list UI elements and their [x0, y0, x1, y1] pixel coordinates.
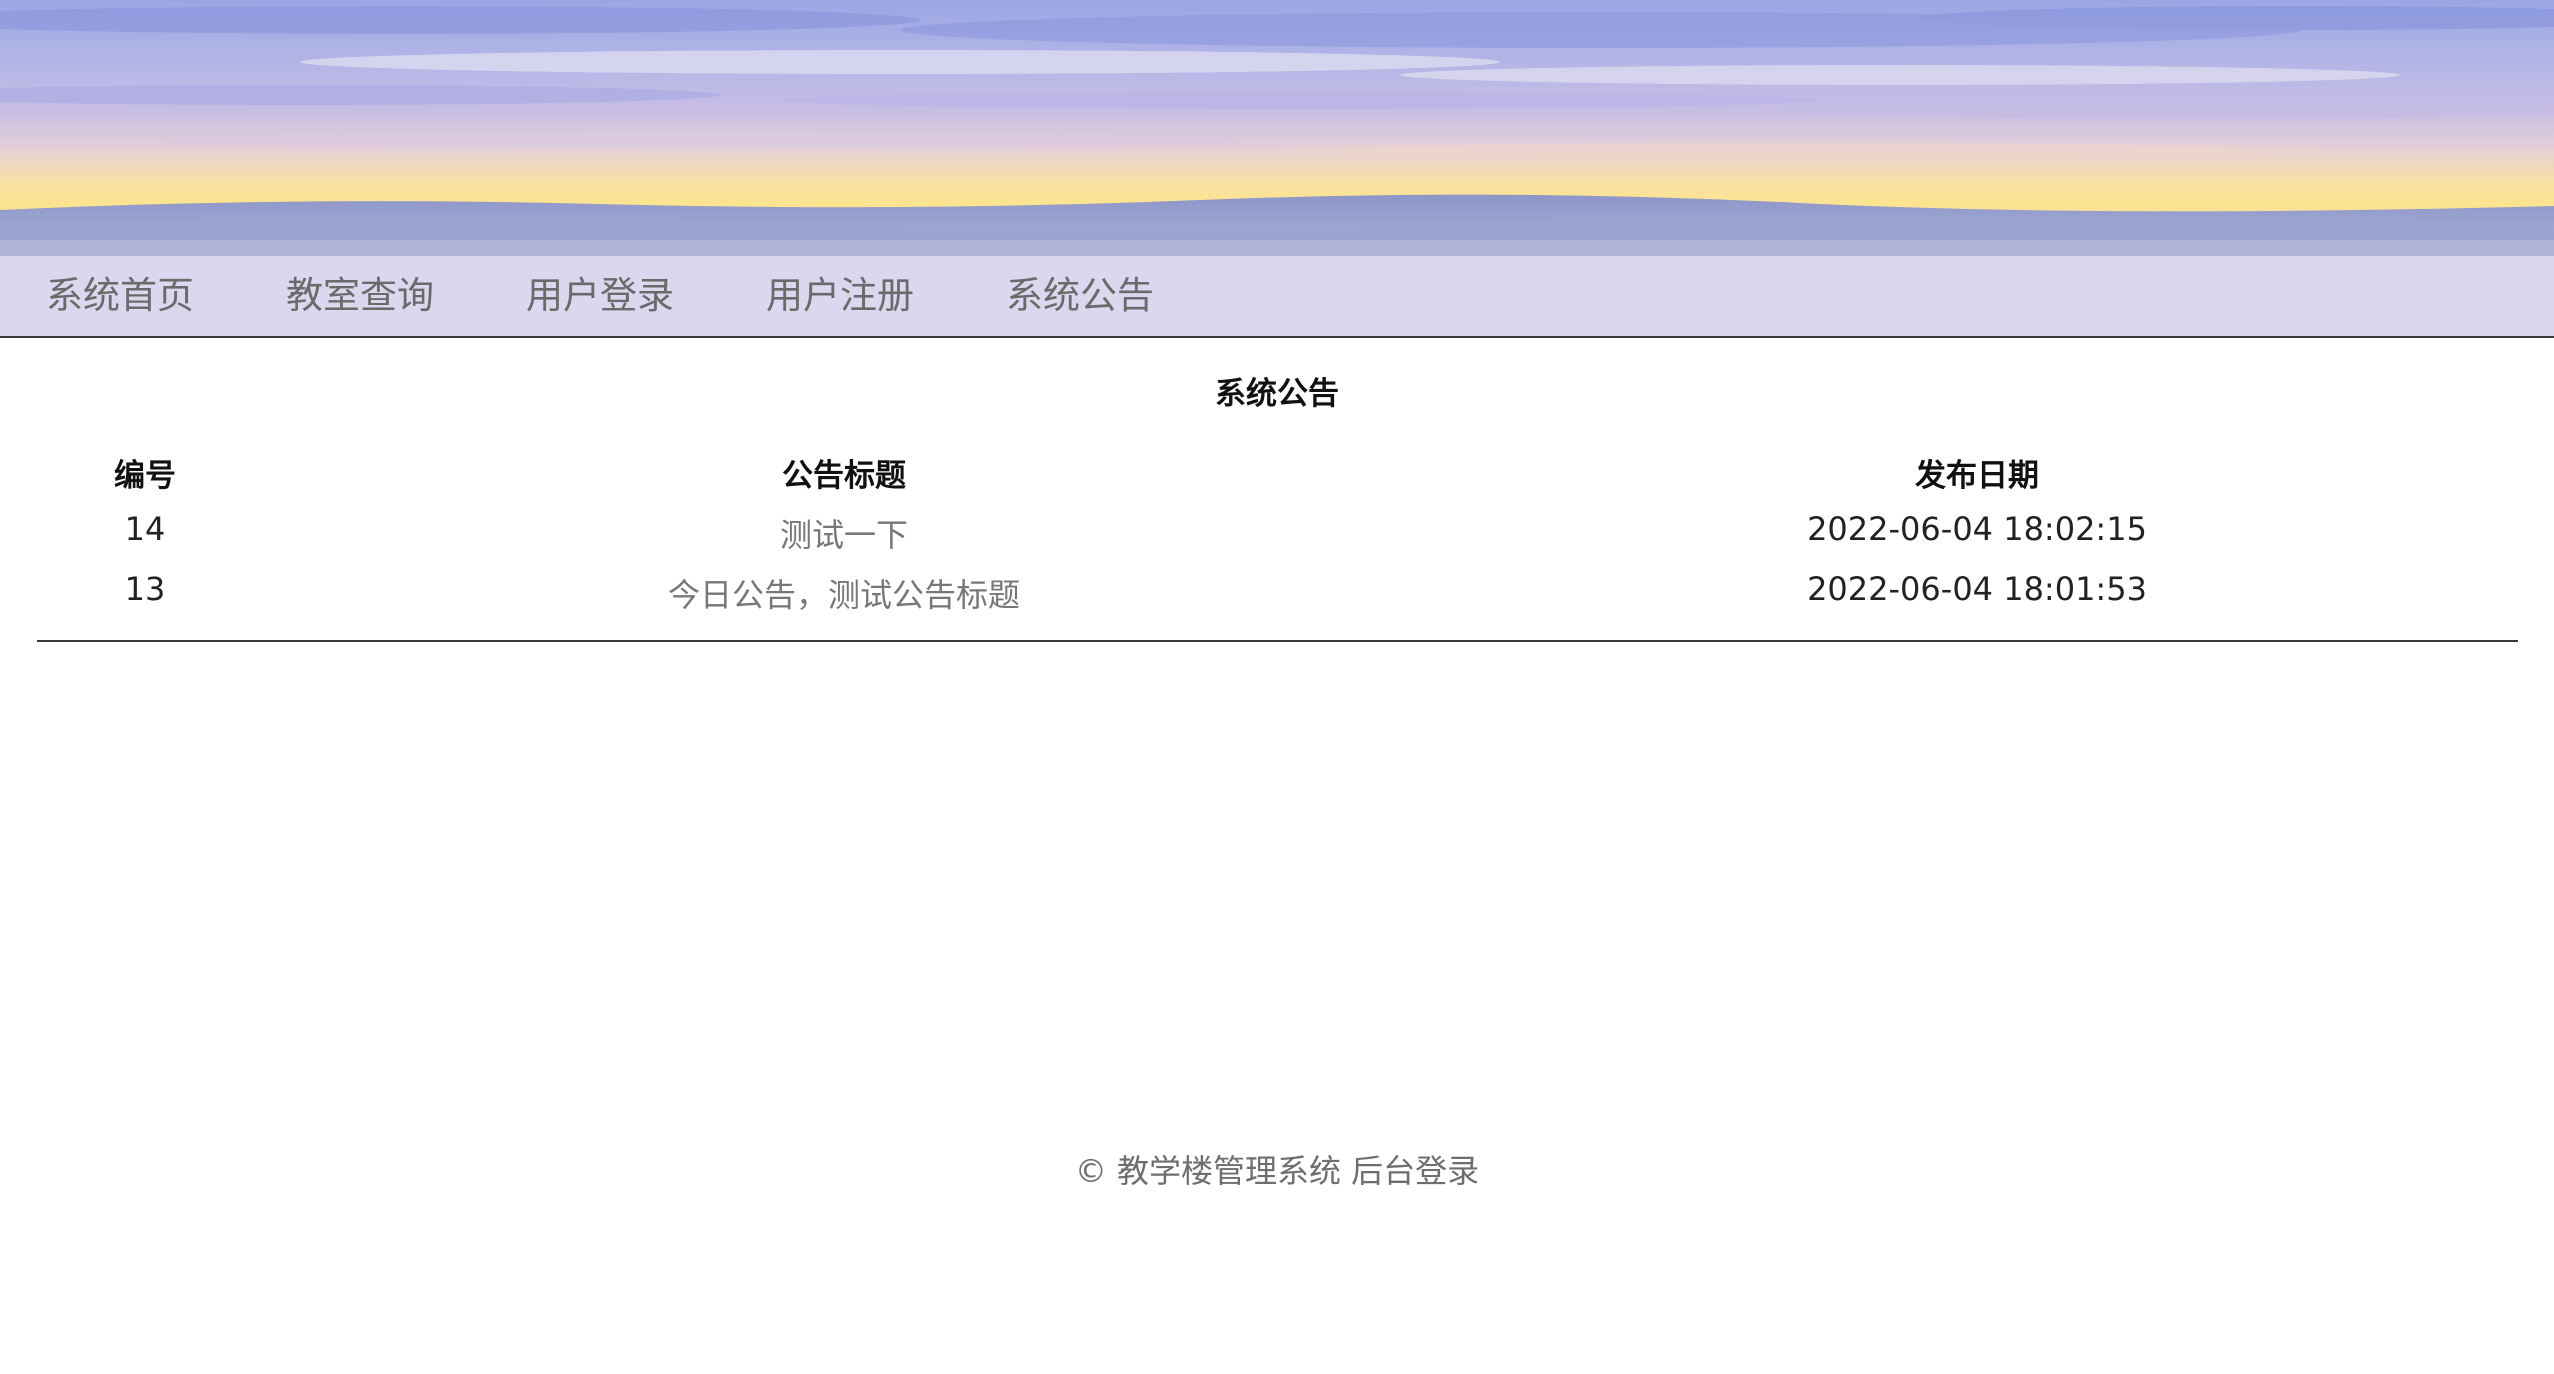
footer-copyright: © 教学楼管理系统	[1074, 1152, 1341, 1190]
notice-table: 编号 公告标题 发布日期 14 测试一下 2022-06-04 18:02:15…	[37, 440, 2518, 642]
header-banner-image	[0, 0, 2554, 256]
table-row-date: 2022-06-04 18:02:15	[1807, 510, 2147, 548]
nav-item-classroom-query[interactable]: 教室查询	[286, 256, 434, 336]
column-header-title: 公告标题	[782, 458, 906, 494]
notice-title-link[interactable]: 今日公告，测试公告标题	[668, 570, 1020, 616]
notice-title-link[interactable]: 测试一下	[780, 510, 908, 556]
section-title: 系统公告	[1215, 376, 1339, 412]
table-row-id: 13	[124, 570, 166, 608]
page: 系统首页 教室查询 用户登录 用户注册 系统公告 系统公告 编号 公告标题 发布…	[0, 0, 2554, 1374]
nav-item-home[interactable]: 系统首页	[46, 256, 194, 336]
nav-item-user-login[interactable]: 用户登录	[526, 256, 674, 336]
nav-item-system-notice[interactable]: 系统公告	[1006, 256, 1154, 336]
column-header-date: 发布日期	[1915, 458, 2039, 494]
nav-item-user-register[interactable]: 用户注册	[766, 256, 914, 336]
table-row-date: 2022-06-04 18:01:53	[1807, 570, 2147, 608]
column-header-id: 编号	[114, 458, 176, 494]
admin-login-link[interactable]: 后台登录	[1351, 1152, 1479, 1190]
table-row-id: 14	[124, 510, 166, 548]
footer: © 教学楼管理系统 后台登录	[0, 1146, 2554, 1192]
main-nav: 系统首页 教室查询 用户登录 用户注册 系统公告	[0, 256, 2554, 338]
